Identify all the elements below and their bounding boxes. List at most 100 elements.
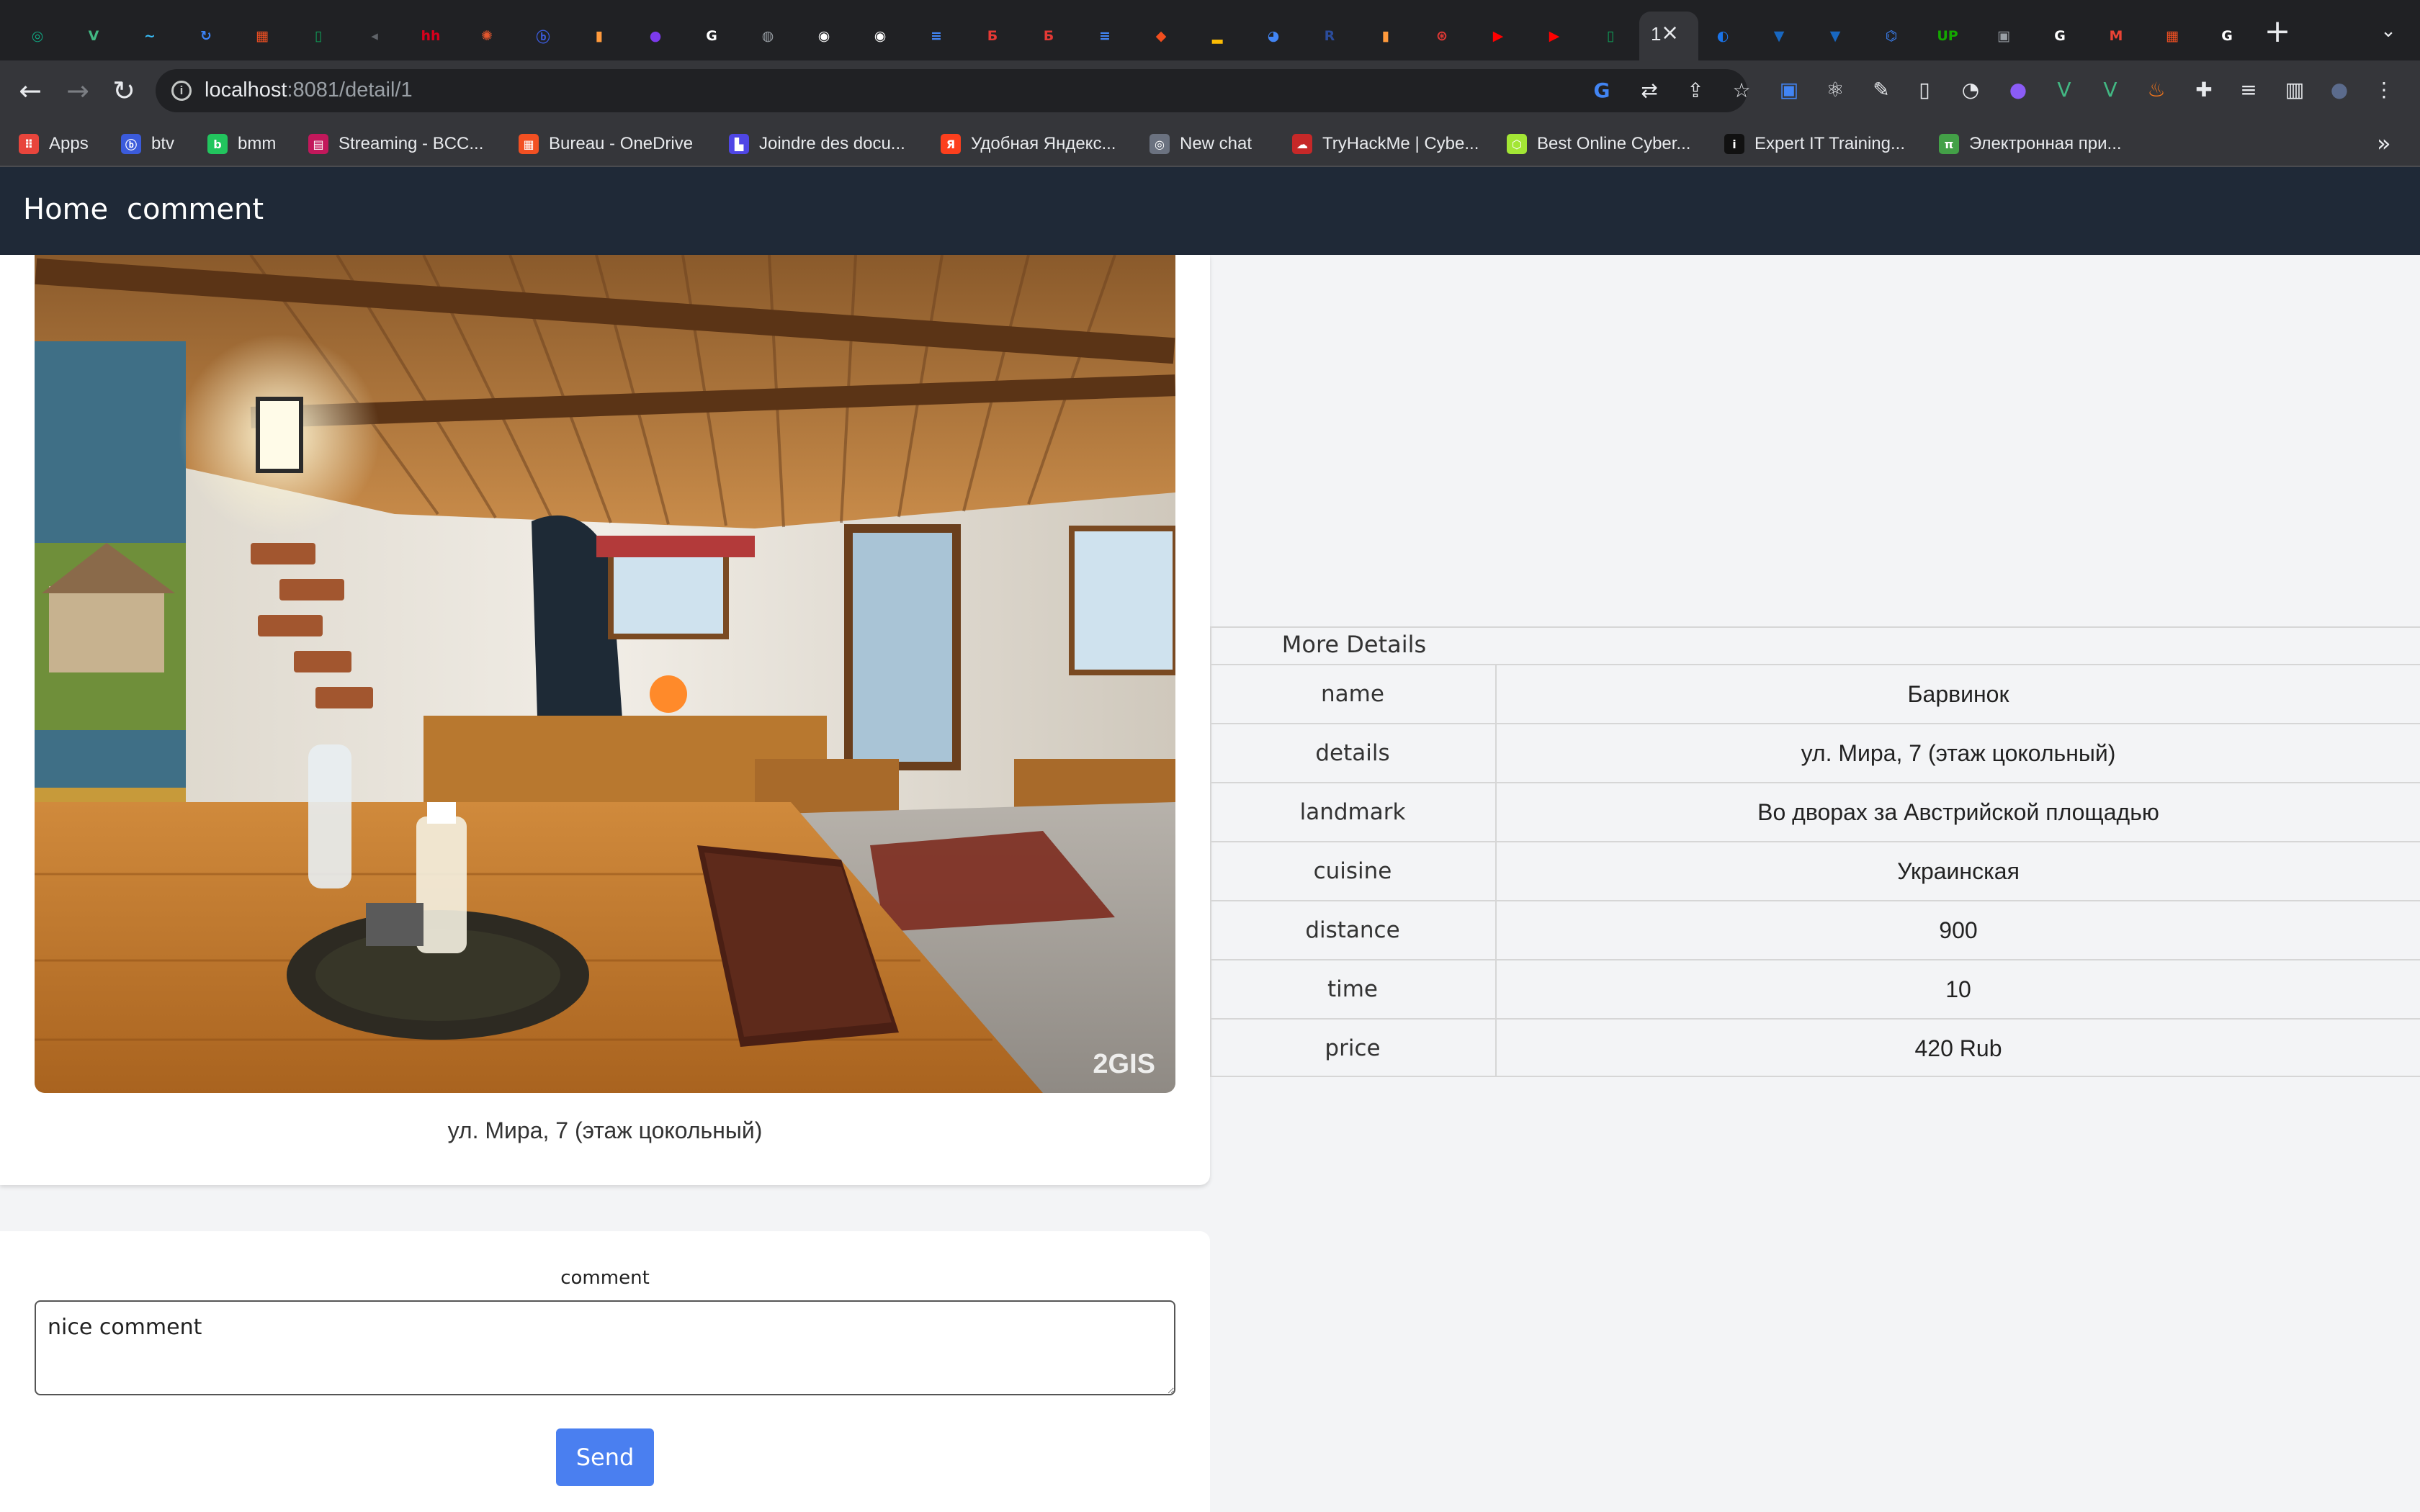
github-icon: ◉ [874,28,887,44]
trello-icon: ▮ [595,28,604,44]
send-button[interactable]: Send [556,1428,654,1486]
browser-tab[interactable]: ~ [131,17,169,55]
bookmark-item[interactable]: ▙ Joindre des docu... [729,131,905,157]
restaurant-interior-image: 2GIS [35,255,1175,1093]
profile-avatar-icon[interactable]: ● [2325,75,2354,104]
fire-icon[interactable]: ♨ [2142,75,2171,104]
browser-tab[interactable]: ▮ [1367,17,1404,55]
browser-tab[interactable]: ▯ [300,17,337,55]
browser-tab[interactable]: R [1311,17,1348,55]
browser-tab[interactable]: hh [412,17,449,55]
cloud-icon: ☁ [1292,134,1312,154]
ext-purple-icon[interactable]: ● [2004,75,2033,104]
browser-tab[interactable]: G [2041,17,2079,55]
browser-tab[interactable]: ⊛ [1423,17,1461,55]
side-panel-icon[interactable]: ▥ [2280,75,2309,104]
browser-tab[interactable]: ● [637,17,674,55]
browser-tab[interactable]: ▼ [1816,17,1854,55]
browser-tab[interactable]: ◂ [356,17,393,55]
browser-tab[interactable]: M [2097,17,2135,55]
site-info-icon[interactable]: i [171,81,192,101]
browser-tab[interactable]: ▶ [1479,17,1517,55]
edge-icon: ◐ [1716,28,1729,44]
bookmark-item[interactable]: ☁ TryHackMe | Cybe... [1292,131,1479,157]
bookmark-item[interactable]: i Expert IT Training... [1724,131,1905,157]
vue-devtools-icon[interactable]: V [2096,75,2125,104]
browser-tab[interactable]: ▯ [1592,17,1629,55]
chrome-icon: ◕ [1267,28,1280,44]
browser-tab[interactable]: ↻ [187,17,225,55]
browser-tab[interactable]: G [2208,17,2246,55]
nav-comment-link[interactable]: comment [127,193,264,226]
details-key-cell: name [1210,665,1497,723]
browser-tab[interactable]: ◕ [1255,17,1292,55]
browser-tab[interactable]: ◐ [1704,17,1742,55]
browser-tab[interactable]: ◎ [19,17,56,55]
back-arrow-icon[interactable]: ← [12,72,49,109]
browser-tab[interactable]: ▦ [2154,17,2191,55]
browser-tab[interactable]: ◉ [861,17,899,55]
share-icon[interactable]: ⇪ [1682,78,1708,104]
browser-tab[interactable]: UP [1929,17,1966,55]
browser-tab[interactable]: Б [974,17,1011,55]
react-devtools-icon[interactable]: ⚛ [1821,75,1850,104]
browser-tab[interactable]: ≡ [1086,17,1124,55]
bookmark-item[interactable]: ⓑ btv [121,131,174,157]
url-path: :8081/detail/1 [287,78,413,102]
url-host: localhost [205,78,287,102]
browser-tab[interactable]: Б [1030,17,1067,55]
chrome-menu-icon[interactable]: ⋮ [2370,75,2398,104]
r-icon: R [1324,28,1335,44]
reading-list-icon[interactable]: ≡ [2234,75,2263,104]
google-icon: G [2054,28,2066,44]
docs-icon: ≡ [931,28,942,44]
bookmarks-overflow-icon[interactable]: » [2377,130,2391,157]
tab-search-chevron-icon[interactable]: ⌄ [2374,20,2403,49]
forward-arrow-icon[interactable]: → [59,72,97,109]
bookmark-item[interactable]: b bmm [207,131,276,157]
bookmark-item[interactable]: Я Удобная Яндекс... [941,131,1116,157]
browser-tab[interactable]: ▶ [1536,17,1573,55]
translate-icon[interactable]: ⇄ [1636,78,1662,104]
eyedropper-icon[interactable]: ✎ [1867,75,1896,104]
vue-devtools-icon[interactable]: V [2050,75,2079,104]
browser-tab[interactable]: ▣ [1985,17,2022,55]
device-icon[interactable]: ▯ [1910,75,1939,104]
microsoft-icon: ▦ [519,134,539,154]
browser-tab[interactable]: ◆ [1142,17,1180,55]
bookmark-star-icon[interactable]: ☆ [1729,78,1754,104]
comment-textarea[interactable]: nice comment [35,1300,1175,1395]
browser-tab[interactable]: ▦ [243,17,281,55]
yandex-icon: Я [941,134,961,154]
new-tab-icon[interactable]: + [2260,16,2295,50]
address-bar[interactable]: i localhost:8081/detail/1 G ⇄ ⇪ ☆ [156,69,1751,112]
bookmark-item[interactable]: π Электронная при... [1939,131,2122,157]
bookmark-item[interactable]: ⬡ Best Online Cyber... [1507,131,1690,157]
details-value-cell: 10 [1945,976,1971,1002]
browser-tab[interactable]: ⓑ [524,17,562,55]
browser-tab[interactable]: G [693,17,730,55]
browser-tab[interactable]: V [75,17,112,55]
tab-close-icon[interactable]: × [1661,20,1679,45]
browser-tab[interactable]: ▮ [581,17,618,55]
details-key-cell: landmark [1210,783,1497,841]
bookmark-item[interactable]: ⠿ Apps [19,131,89,157]
url-text[interactable]: localhost:8081/detail/1 [205,78,413,102]
browser-tab[interactable]: ▂ [1198,17,1236,55]
speed-icon[interactable]: ◔ [1956,75,1985,104]
b-red-icon: Б [1043,28,1054,44]
browser-tab[interactable]: ◉ [805,17,843,55]
browser-tab[interactable]: ✺ [468,17,506,55]
google-lens-icon[interactable]: G [1589,78,1615,104]
browser-tab[interactable]: ◍ [749,17,786,55]
bookmark-item[interactable]: ▦ Bureau - OneDrive [519,131,693,157]
browser-tab[interactable]: ⌬ [1873,17,1910,55]
bookmark-item[interactable]: ◎ New chat [1150,131,1252,157]
translate-ext-icon[interactable]: ▣ [1775,75,1803,104]
browser-tab[interactable]: ▼ [1760,17,1798,55]
browser-tab[interactable]: ≡ [918,17,955,55]
nav-home-link[interactable]: Home [23,193,108,226]
extensions-puzzle-icon[interactable]: ✚ [2190,75,2218,104]
bookmark-item[interactable]: ▤ Streaming - BCC... [308,131,483,157]
reload-icon[interactable]: ↻ [105,72,143,109]
